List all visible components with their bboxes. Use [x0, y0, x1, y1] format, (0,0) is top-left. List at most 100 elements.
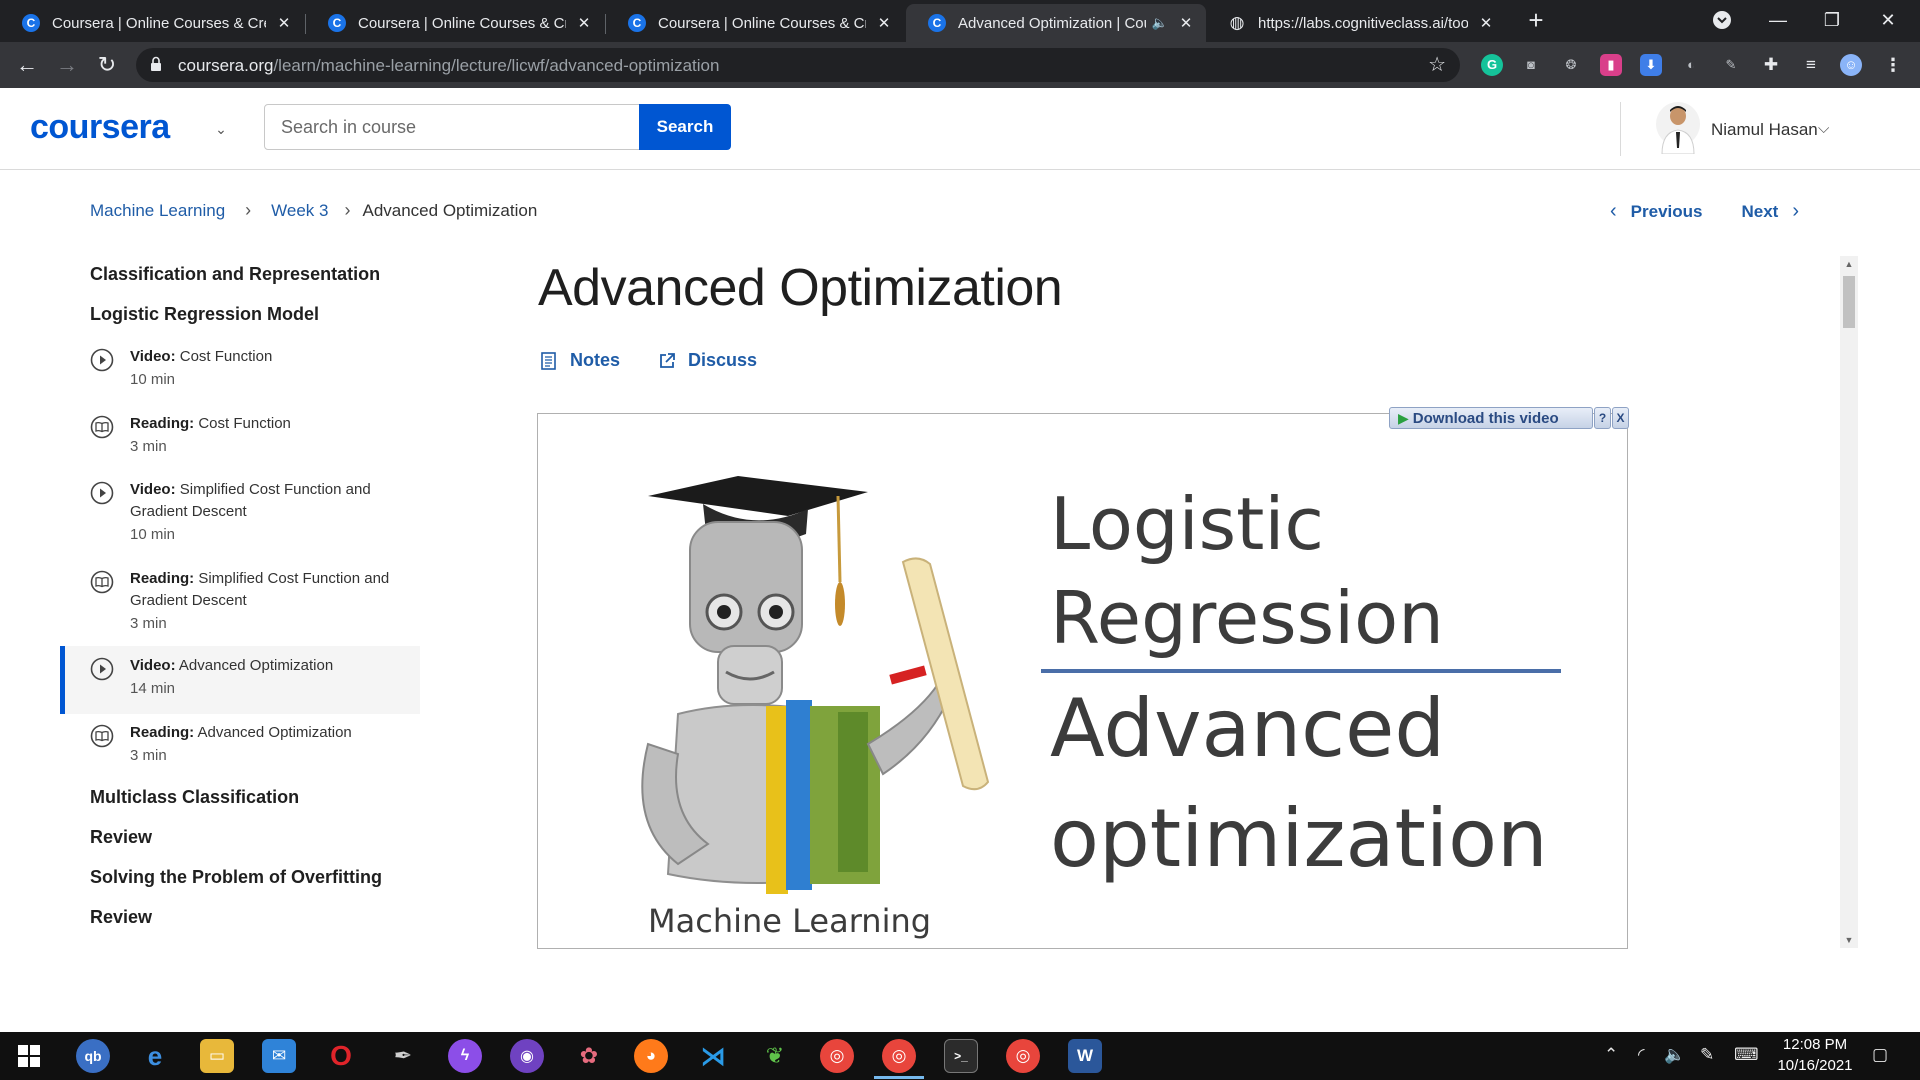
restore-icon[interactable]: ❐: [1810, 4, 1854, 36]
volume-icon[interactable]: 🔈: [1664, 1045, 1685, 1065]
minimize-icon[interactable]: —: [1756, 4, 1800, 36]
browser-tab-2[interactable]: C Coursera | Online Courses & Credential…: [306, 4, 604, 42]
back-arrow-icon[interactable]: ←: [12, 50, 42, 80]
download-close-button[interactable]: X: [1612, 407, 1629, 429]
messenger-icon[interactable]: ϟ: [448, 1039, 482, 1073]
grammarly-extension-icon[interactable]: G: [1481, 54, 1503, 76]
chevron-left-icon[interactable]: ‹: [1610, 200, 1617, 223]
profile-avatar-icon[interactable]: ☺: [1840, 54, 1862, 76]
edge-icon[interactable]: e: [138, 1039, 172, 1073]
search-input[interactable]: [264, 104, 640, 150]
pen-extension-icon[interactable]: ✎: [1720, 54, 1742, 76]
previous-button[interactable]: Previous: [1631, 202, 1703, 222]
coursera-favicon-icon: C: [928, 14, 946, 32]
sidebar-item-reading-advanced-optimization[interactable]: Reading: Advanced Optimization 3 min: [60, 722, 420, 770]
windows-start-icon[interactable]: [12, 1039, 46, 1073]
scrollbar-thumb[interactable]: [1843, 276, 1855, 328]
clock-date[interactable]: 10/16/2021: [1770, 1057, 1860, 1074]
chevron-down-icon[interactable]: ⌵: [1818, 120, 1829, 137]
discuss-button[interactable]: Discuss: [658, 350, 757, 371]
download-help-button[interactable]: ?: [1594, 407, 1611, 429]
forward-arrow-icon[interactable]: →: [52, 50, 82, 80]
keyboard-icon[interactable]: ⌨: [1734, 1045, 1759, 1065]
notification-icon[interactable]: ▢: [1872, 1045, 1888, 1065]
sidebar-section-classification[interactable]: Classification and Representation: [90, 264, 380, 285]
file-explorer-icon[interactable]: ▭: [200, 1039, 234, 1073]
close-tab-icon[interactable]: ✕: [576, 14, 592, 32]
scroll-up-arrow-icon[interactable]: ▲: [1840, 256, 1858, 272]
sidebar-item-video-cost-function[interactable]: Video: Cost Function 10 min: [60, 346, 420, 394]
extensions-puzzle-icon[interactable]: ✚: [1760, 54, 1782, 76]
sidebar-item-reading-simplified-cost[interactable]: Reading: Simplified Cost Function and Gr…: [60, 568, 420, 638]
sidebar-section-logistic-regression[interactable]: Logistic Regression Model: [90, 304, 319, 325]
item-type: Reading:: [130, 415, 195, 432]
chevron-up-icon[interactable]: ⌃: [1604, 1045, 1618, 1065]
clock-time[interactable]: 12:08 PM: [1770, 1036, 1860, 1053]
reload-icon[interactable]: ↻: [92, 50, 122, 80]
paint-icon[interactable]: ✿: [572, 1039, 606, 1073]
chevron-down-icon[interactable]: ⌄: [210, 118, 232, 140]
close-tab-icon[interactable]: ✕: [276, 14, 292, 32]
sidebar-section-multiclass[interactable]: Multiclass Classification: [90, 787, 299, 808]
media-queue-icon[interactable]: ≡: [1800, 54, 1822, 76]
video-player[interactable]: Logistic Regression Advanced optimizatio…: [537, 413, 1628, 949]
bookmark-extension-icon[interactable]: ▮: [1600, 54, 1622, 76]
sidebar-item-label: Video: Cost Function: [130, 346, 400, 368]
qbittorrent-icon[interactable]: qb: [76, 1039, 110, 1073]
wappalyzer-extension-icon[interactable]: ❂: [1560, 54, 1582, 76]
opera-icon[interactable]: O: [324, 1039, 358, 1073]
user-name[interactable]: Niamul Hasan: [1711, 120, 1818, 140]
pen-tray-icon[interactable]: ✎: [1700, 1045, 1714, 1065]
browser-tab-3[interactable]: C Coursera | Online Courses & Credential…: [606, 4, 904, 42]
camera-extension-icon[interactable]: ◙: [1520, 54, 1542, 76]
mail-icon[interactable]: ✉: [262, 1039, 296, 1073]
tab-search-icon[interactable]: [1700, 4, 1744, 36]
coursera-logo[interactable]: coursera: [30, 108, 170, 147]
browser-tab-4-active[interactable]: C Advanced Optimization | Coursera 🔈 ✕: [906, 4, 1206, 42]
sidebar-section-overfitting[interactable]: Solving the Problem of Overfitting: [90, 867, 382, 888]
browser-tab-5[interactable]: ◍ https://labs.cognitiveclass.ai/tools ✕: [1206, 4, 1506, 42]
close-tab-icon[interactable]: ✕: [876, 14, 892, 32]
sidebar-section-review-2[interactable]: Review: [90, 907, 152, 928]
sidebar-item-video-advanced-optimization[interactable]: Video: Advanced Optimization 14 min: [60, 646, 420, 714]
new-tab-button[interactable]: +: [1522, 6, 1550, 34]
scroll-down-arrow-icon[interactable]: ▼: [1840, 932, 1858, 948]
terminal-icon[interactable]: >_: [944, 1039, 978, 1073]
sidebar-section-review[interactable]: Review: [90, 827, 152, 848]
wifi-icon[interactable]: ◜: [1638, 1045, 1645, 1065]
download-extension-icon[interactable]: ⬇: [1640, 54, 1662, 76]
close-tab-icon[interactable]: ✕: [1478, 14, 1494, 32]
speaker-icon[interactable]: 🔈: [1152, 15, 1168, 31]
vscode-icon[interactable]: ⋊: [696, 1039, 730, 1073]
chevron-right-icon: ›: [245, 200, 252, 220]
download-video-button[interactable]: ▶ Download this video: [1389, 407, 1593, 429]
breadcrumb-week-link[interactable]: Week 3: [271, 201, 328, 221]
avatar[interactable]: [1656, 102, 1700, 154]
content-scrollbar[interactable]: ▲ ▼: [1840, 256, 1858, 948]
word-icon[interactable]: W: [1068, 1039, 1102, 1073]
item-duration: 3 min: [130, 615, 167, 632]
search-button[interactable]: Search: [639, 104, 731, 150]
chrome-icon[interactable]: ◎: [820, 1039, 854, 1073]
close-window-icon[interactable]: ✕: [1866, 4, 1910, 36]
discuss-label: Discuss: [688, 350, 758, 370]
item-type: Video:: [130, 348, 176, 365]
inkscape-icon[interactable]: ✒: [386, 1039, 420, 1073]
chrome-profile-icon[interactable]: ◎: [1006, 1039, 1040, 1073]
address-bar[interactable]: coursera.org/learn/machine-learning/lect…: [136, 48, 1460, 82]
close-tab-icon[interactable]: ✕: [1178, 14, 1194, 32]
sidebar-item-video-simplified-cost[interactable]: Video: Simplified Cost Function and Grad…: [60, 479, 420, 549]
browser-menu-icon[interactable]: ⋮: [1882, 54, 1904, 76]
browser-tab-1[interactable]: C Coursera | Online Courses & Credential…: [0, 4, 304, 42]
firefox-icon[interactable]: ◕: [634, 1039, 668, 1073]
app-swirl-icon[interactable]: ❦: [758, 1039, 792, 1073]
chevron-right-icon[interactable]: ›: [1792, 200, 1799, 223]
bookmark-star-icon[interactable]: ☆: [1428, 52, 1446, 77]
breadcrumb-course-link[interactable]: Machine Learning: [90, 201, 225, 221]
next-button[interactable]: Next: [1741, 202, 1778, 222]
notes-button[interactable]: Notes: [540, 350, 620, 371]
sidebar-item-reading-cost-function[interactable]: Reading: Cost Function 3 min: [60, 413, 420, 461]
github-desktop-icon[interactable]: ◉: [510, 1039, 544, 1073]
capture-extension-icon[interactable]: ◐: [1680, 54, 1702, 76]
chrome-active-icon[interactable]: ◎: [882, 1039, 916, 1073]
